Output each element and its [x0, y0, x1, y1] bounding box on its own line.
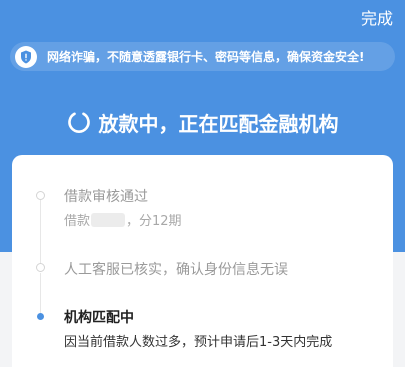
step-title: 机构匹配中 [64, 310, 134, 326]
loan-amount-label: 借款 [64, 214, 91, 229]
step-title: 借款审核通过 [64, 189, 148, 205]
timeline-line [40, 273, 41, 313]
step-dot-active [37, 313, 44, 320]
loan-term: ，分12期 [126, 214, 182, 229]
done-button[interactable]: 完成 [361, 5, 393, 29]
step-dot [36, 191, 45, 200]
security-notice-text: 网络诈骗，不随意透露银行卡、密码等信息，确保资金安全! [47, 50, 365, 64]
loading-spinner-icon [67, 112, 90, 133]
step-title: 人工客服已核实，确认身份信息无误 [64, 262, 288, 278]
status-title: 放款中，正在匹配金融机构 [98, 111, 339, 136]
loan-status-page: 完成 网络诈骗，不随意透露银行卡、密码等信息，确保资金安全! 放款中，正在匹配金… [0, 0, 405, 367]
timeline-line [40, 200, 41, 265]
loan-status: 放款中，正在匹配金融机构 [0, 105, 405, 139]
shield-icon [15, 45, 37, 68]
masked-loan-amount [91, 213, 126, 227]
security-notice: 网络诈骗，不随意透露银行卡、密码等信息，确保资金安全! [10, 42, 395, 71]
step-dot [36, 263, 45, 272]
progress-card: 借款审核通过 借款 ，分12期 人工客服已核实，确认身份信息无误 机构匹配中 因当… [12, 155, 393, 367]
step-description: 借款 ，分12期 [64, 210, 182, 229]
step-description: 因当前借款人数过多，预计申请后1-3天内完成 [64, 335, 333, 350]
